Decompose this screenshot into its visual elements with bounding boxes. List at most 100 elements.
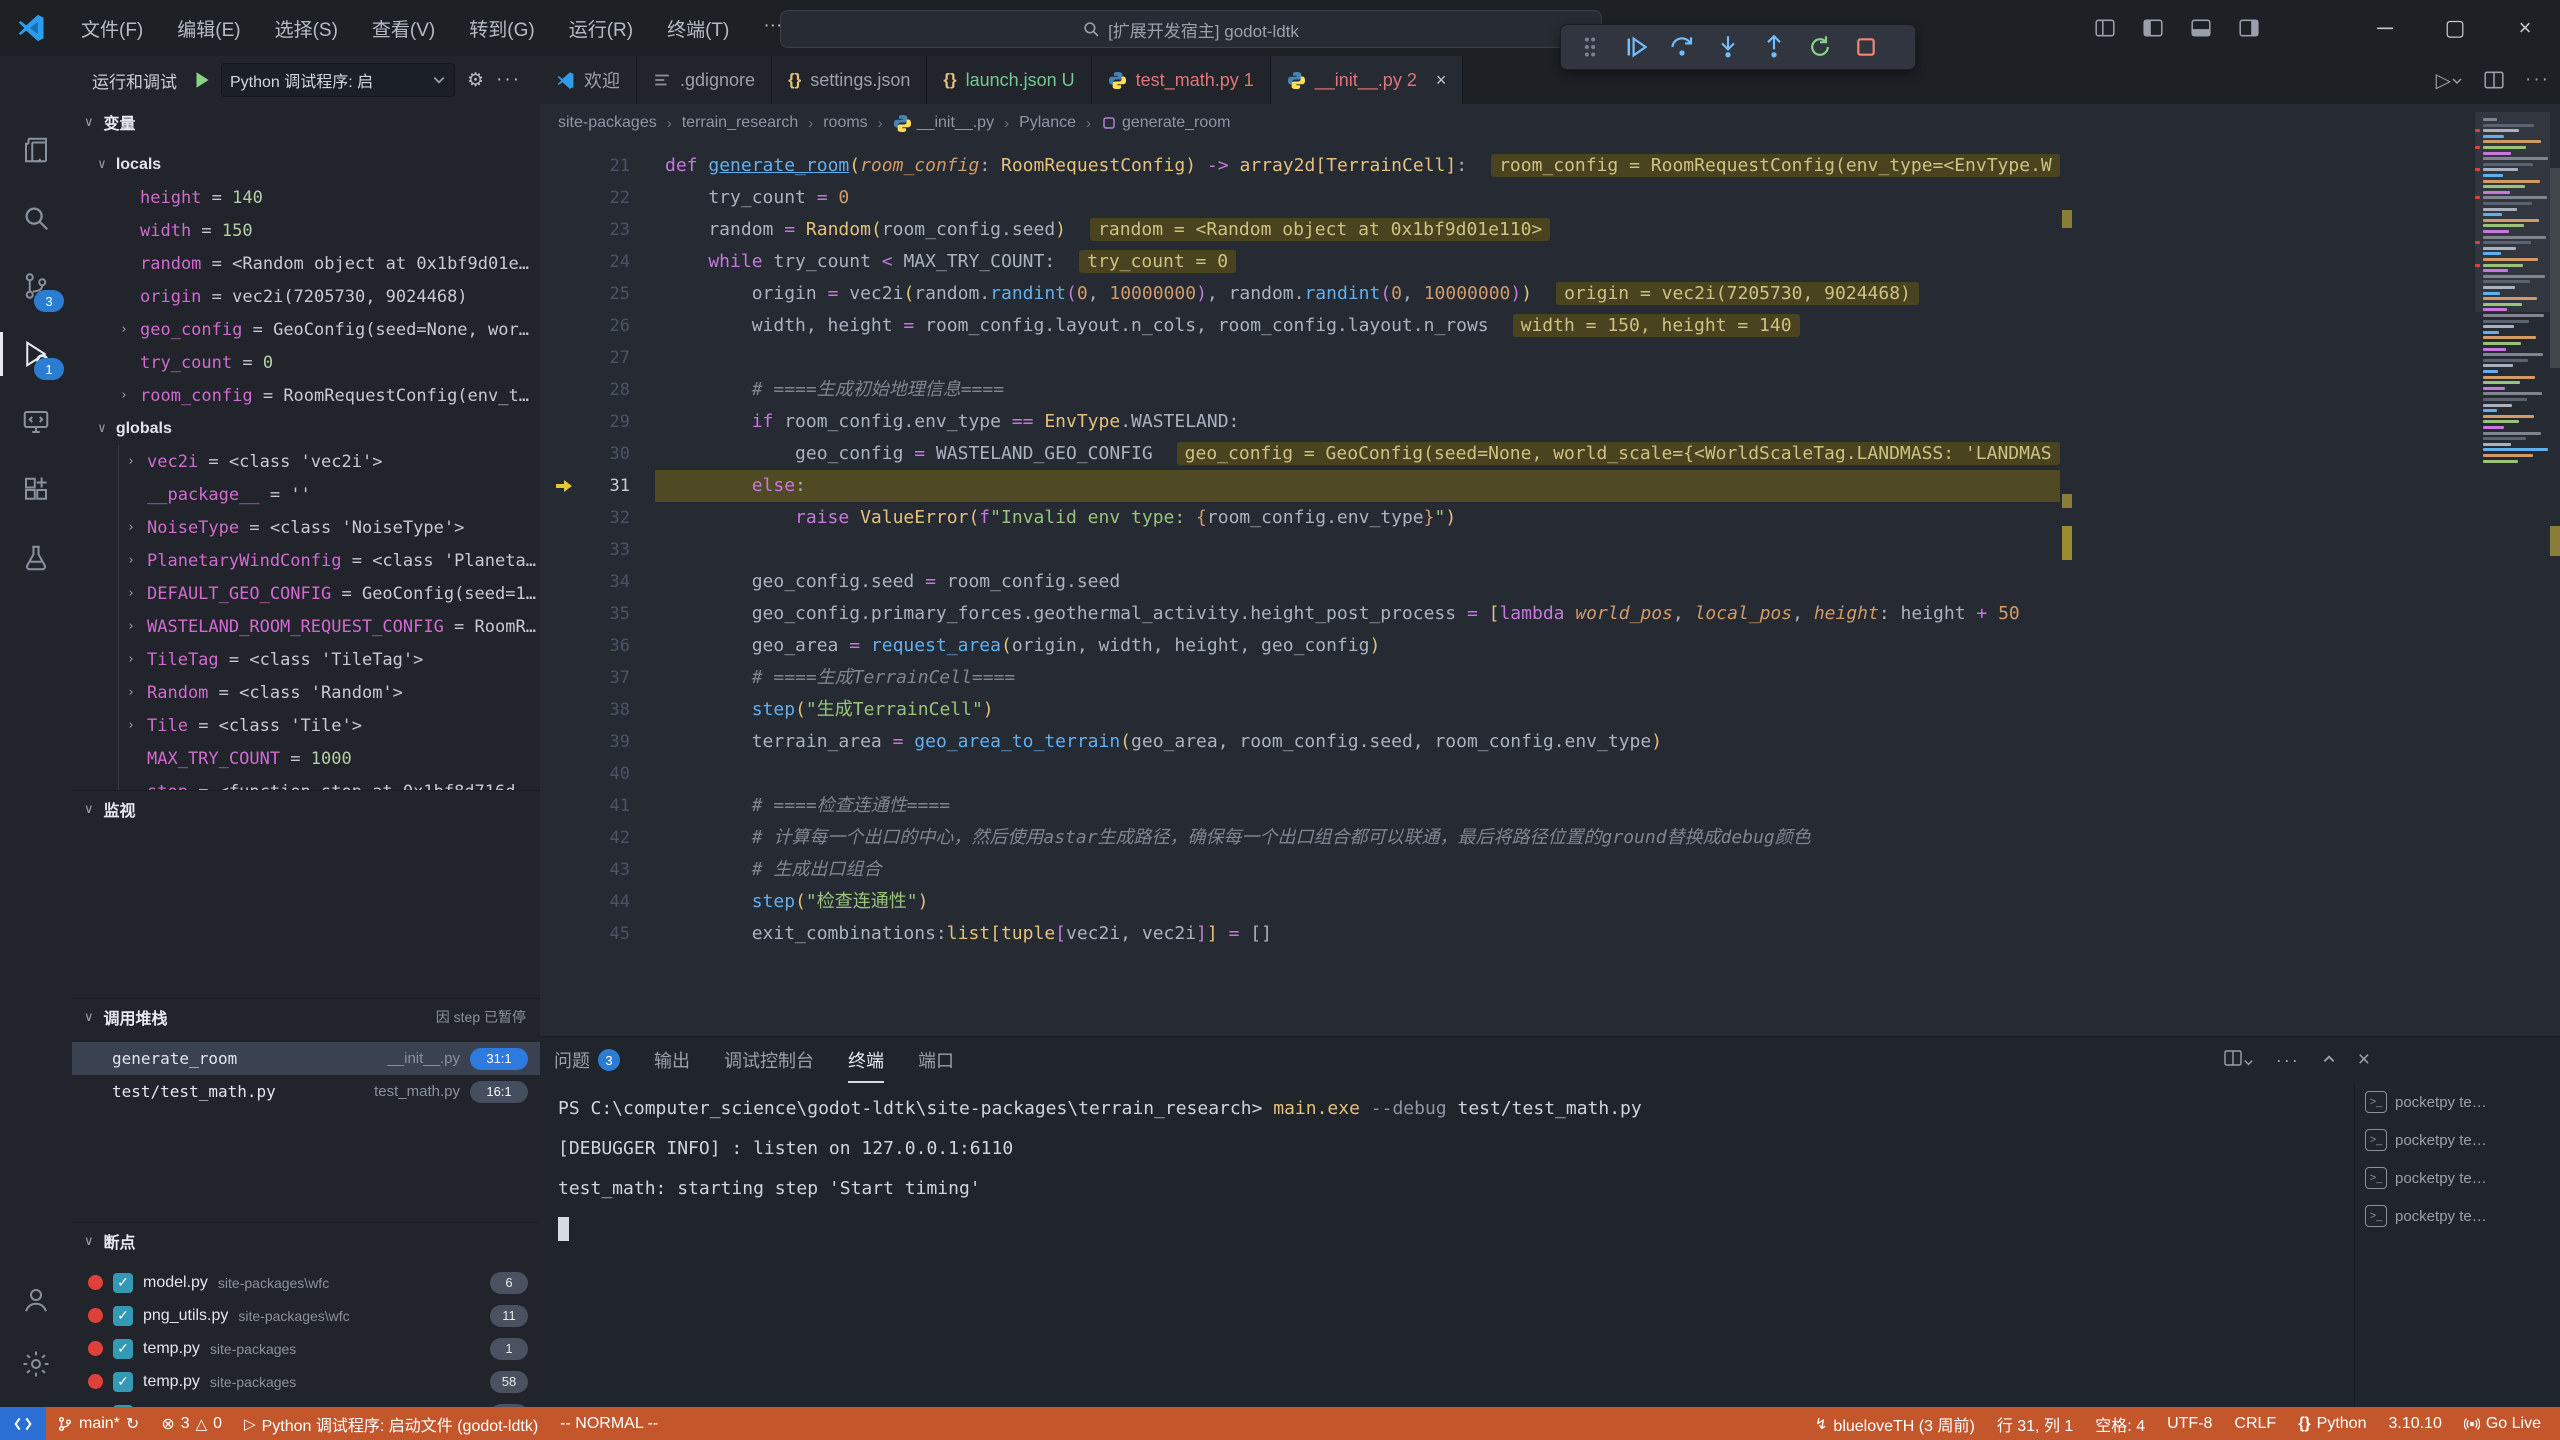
tab-settings.json[interactable]: {}settings.json <box>772 56 927 104</box>
menu-运行(R)[interactable]: 运行(R) <box>552 9 650 48</box>
restart-button[interactable] <box>1797 28 1843 66</box>
panel-tab-终端[interactable]: 终端 <box>848 1037 884 1083</box>
statusbar-go-live[interactable]: Go Live <box>2453 1407 2552 1440</box>
terminal-instance[interactable]: >_pocketpy te… <box>2355 1197 2560 1235</box>
code-line-28[interactable]: 28 # ====生成初始地理信息==== <box>540 374 2060 406</box>
variable-origin[interactable]: origin = vec2i(7205730, 9024468) <box>72 280 540 313</box>
variable-room_config[interactable]: ›room_config = RoomRequestConfig(env_t… <box>72 379 540 412</box>
breadcrumb-generate_room[interactable]: generate_room <box>1101 114 1231 132</box>
code-line-44[interactable]: 44 step("检查连通性") <box>540 886 2060 918</box>
code-line-43[interactable]: 43 # 生成出口组合 <box>540 854 2060 886</box>
panel-tab-调试控制台[interactable]: 调试控制台 <box>724 1037 814 1083</box>
code-line-38[interactable]: 38 step("生成TerrainCell") <box>540 694 2060 726</box>
code-line-37[interactable]: 37 # ====生成TerrainCell==== <box>540 662 2060 694</box>
gutter[interactable]: 30 <box>540 438 630 470</box>
gutter[interactable]: 31 <box>540 470 630 502</box>
code-line-26[interactable]: 26 width, height = room_config.layout.n_… <box>540 310 2060 342</box>
terminal-instance[interactable]: >_pocketpy te… <box>2355 1121 2560 1159</box>
menu-转到(G)[interactable]: 转到(G) <box>452 9 551 48</box>
breakpoint-temp.py[interactable]: ✓temp.pysite-packages1 <box>72 1332 540 1365</box>
search-icon[interactable] <box>0 186 72 250</box>
breakpoint-png_utils.py[interactable]: ✓png_utils.pysite-packages\wfc11 <box>72 1299 540 1332</box>
code-line-34[interactable]: 34 geo_config.seed = room_config.seed <box>540 566 2060 598</box>
panel-tab-问题[interactable]: 问题3 <box>554 1037 620 1083</box>
editor-more-icon[interactable]: ··· <box>2525 69 2550 91</box>
breakpoint-temp.py[interactable]: ✓temp.pysite-packages58 <box>72 1365 540 1398</box>
breadcrumb-terrain_research[interactable]: terrain_research <box>682 114 799 132</box>
statusbar-crlf[interactable]: CRLF <box>2223 1407 2287 1440</box>
remote-explorer-icon[interactable] <box>0 390 72 454</box>
variable-vec2i[interactable]: ›vec2i = <class 'vec2i'> <box>72 445 540 478</box>
code-line-35[interactable]: 35 geo_config.primary_forces.geothermal_… <box>540 598 2060 630</box>
var-group-locals[interactable]: ∨locals <box>72 148 540 181</box>
settings-gear-icon[interactable] <box>0 1332 72 1396</box>
breakpoint-model.py[interactable]: ✓model.pysite-packages\wfc6 <box>72 1266 540 1299</box>
gutter[interactable]: 35 <box>540 598 630 630</box>
gutter[interactable]: 26 <box>540 310 630 342</box>
gutter[interactable]: 38 <box>540 694 630 726</box>
code-line-27[interactable]: 27 <box>540 342 2060 374</box>
command-center-search[interactable]: [扩展开发宿主] godot-ldtk <box>780 10 1602 48</box>
testing-icon[interactable] <box>0 526 72 590</box>
gutter[interactable]: 43 <box>540 854 630 886</box>
tab-__init__.py[interactable]: __init__.py 2× <box>1271 56 1464 104</box>
tab-欢迎[interactable]: 欢迎 <box>540 56 637 104</box>
gutter[interactable]: 45 <box>540 918 630 950</box>
stack-frame-generate_room[interactable]: generate_room__init__.py31:1 <box>72 1042 540 1075</box>
gutter[interactable]: 39 <box>540 726 630 758</box>
minimap[interactable] <box>2475 112 2550 492</box>
panel-tab-端口[interactable]: 端口 <box>918 1037 954 1083</box>
panel-tab-输出[interactable]: 输出 <box>654 1037 690 1083</box>
callstack-section-header[interactable]: ∨调用堆栈 因 step 已暂停 <box>72 998 540 1035</box>
variable-geo_config[interactable]: ›geo_config = GeoConfig(seed=None, wor… <box>72 313 540 346</box>
variable-NoiseType[interactable]: ›NoiseType = <class 'NoiseType'> <box>72 511 540 544</box>
explorer-icon[interactable] <box>0 118 72 182</box>
debug-config-dropdown[interactable]: Python 调试程序: 启 <box>221 63 455 97</box>
menu-终端(T)[interactable]: 终端(T) <box>650 9 746 48</box>
close-button[interactable]: × <box>2490 0 2560 56</box>
code-line-24[interactable]: 24 while try_count < MAX_TRY_COUNT:try_c… <box>540 246 2060 278</box>
statusbar-python[interactable]: {}Python <box>2287 1407 2377 1440</box>
code-line-39[interactable]: 39 terrain_area = geo_area_to_terrain(ge… <box>540 726 2060 758</box>
terminal-instance[interactable]: >_pocketpy te… <box>2355 1159 2560 1197</box>
minimize-button[interactable]: ─ <box>2350 0 2420 56</box>
variable-DEFAULT_GEO_CONFIG[interactable]: ›DEFAULT_GEO_CONFIG = GeoConfig(seed=1… <box>72 577 540 610</box>
variable-TileTag[interactable]: ›TileTag = <class 'TileTag'> <box>72 643 540 676</box>
run-python-file-icon[interactable]: ▷ <box>2436 68 2463 93</box>
var-group-globals[interactable]: ∨globals <box>72 412 540 445</box>
statusbar-行-31-列-1[interactable]: 行 31, 列 1 <box>1986 1407 2084 1440</box>
toggle-panel-icon[interactable] <box>2190 17 2212 39</box>
gutter[interactable]: 24 <box>540 246 630 278</box>
breadcrumb-Pylance[interactable]: Pylance <box>1019 114 1076 132</box>
source-control-icon[interactable]: 3 <box>0 254 72 318</box>
menu-查看(V)[interactable]: 查看(V) <box>355 9 452 48</box>
variable-Tile[interactable]: ›Tile = <class 'Tile'> <box>72 709 540 742</box>
variable-random[interactable]: random = <Random object at 0x1bf9d01e… <box>72 247 540 280</box>
gutter[interactable]: 42 <box>540 822 630 854</box>
continue-button[interactable] <box>1613 28 1659 66</box>
gutter[interactable]: 21 <box>540 150 630 182</box>
statusbar-blueloveth-3-周前-[interactable]: ↯blueloveTH (3 周前) <box>1804 1407 1986 1440</box>
gutter[interactable]: 44 <box>540 886 630 918</box>
statusbar-空格-4[interactable]: 空格: 4 <box>2084 1407 2156 1440</box>
step-over-button[interactable] <box>1659 28 1705 66</box>
menu-文件(F)[interactable]: 文件(F) <box>64 9 160 48</box>
menu-编辑(E)[interactable]: 编辑(E) <box>160 9 257 48</box>
code-line-40[interactable]: 40 <box>540 758 2060 790</box>
start-debug-icon[interactable] <box>191 69 213 91</box>
code-line-23[interactable]: 23 random = Random(room_config.seed)rand… <box>540 214 2060 246</box>
scrollbar-thumb[interactable] <box>2550 168 2560 368</box>
gutter[interactable]: 28 <box>540 374 630 406</box>
tab-launch.json[interactable]: {}launch.json U <box>927 56 1091 104</box>
breakpoint-test_math.py[interactable]: ✓test_math.pysite-packages\terrain_res…1… <box>72 1398 540 1407</box>
breakpoints-section-header[interactable]: ∨断点 <box>72 1222 540 1259</box>
terminal-instance[interactable]: >_pocketpy te… <box>2355 1083 2560 1121</box>
breakpoint-checkbox[interactable]: ✓ <box>113 1273 133 1293</box>
gutter[interactable]: 29 <box>540 406 630 438</box>
code-line-25[interactable]: 25 origin = vec2i(random.randint(0, 1000… <box>540 278 2060 310</box>
gutter[interactable]: 33 <box>540 534 630 566</box>
debug-settings-gear-icon[interactable]: ⚙ <box>467 69 484 92</box>
gutter[interactable]: 40 <box>540 758 630 790</box>
variable-height[interactable]: height = 140 <box>72 181 540 214</box>
views-more-icon[interactable]: ··· <box>496 69 521 91</box>
